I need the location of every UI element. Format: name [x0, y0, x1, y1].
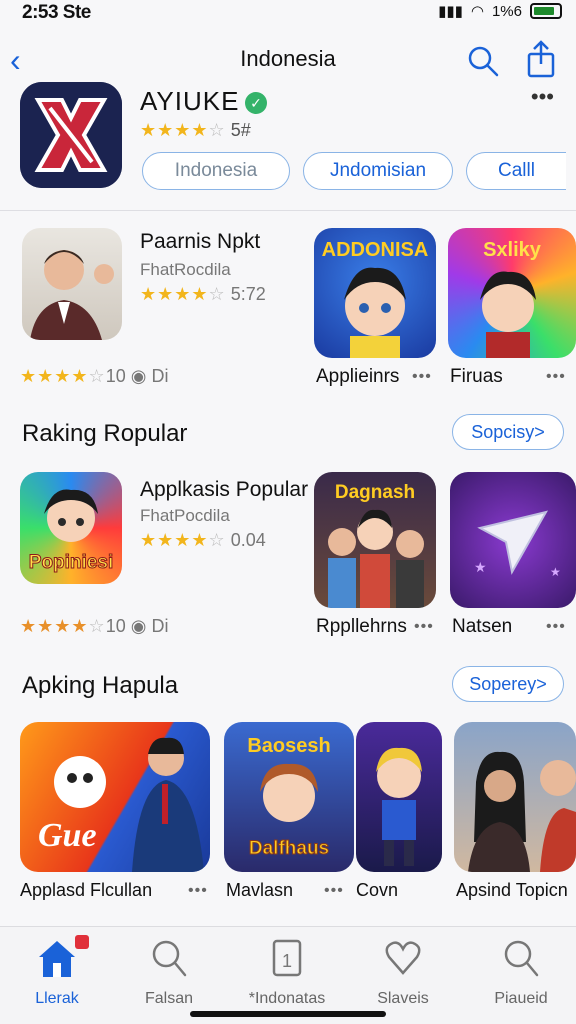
- svg-text:Dagnash: Dagnash: [335, 482, 415, 503]
- featured-app-icon[interactable]: Popiniesi: [20, 472, 122, 584]
- app-icon-apsind-topicn[interactable]: [454, 722, 576, 872]
- home-indicator: [190, 1011, 386, 1017]
- star-rating-icon: ★★★★☆: [140, 530, 226, 550]
- age-icon: ◉: [130, 366, 147, 386]
- app-name-mavlasn: Mavlasn: [226, 880, 294, 900]
- age-icon: ◉: [130, 616, 147, 636]
- more-icon[interactable]: •••: [324, 882, 344, 900]
- featured-app-name: Applkasis Popular: [140, 478, 309, 501]
- icon-text: Gue: [38, 817, 97, 854]
- divider: [0, 210, 576, 211]
- app-name-natsen: Natsen: [452, 616, 513, 637]
- notification-badge: [75, 935, 89, 949]
- battery-icon: [530, 3, 562, 19]
- star-rating-icon: ★★★★☆: [20, 366, 106, 386]
- svg-text:★: ★: [550, 565, 561, 579]
- search-icon[interactable]: [466, 44, 500, 83]
- app-name-applasd-flcullan: Applasd Flcullan: [20, 880, 153, 900]
- app-name-firuas: Firuas: [450, 366, 503, 387]
- see-all-button[interactable]: Soperey>: [452, 666, 564, 702]
- signal-icon: ▮▮▮: [438, 3, 463, 20]
- tab-falsan[interactable]: Falsan: [114, 937, 224, 1008]
- wifi-icon: ◠: [470, 3, 484, 20]
- house-icon: [35, 935, 89, 984]
- app-icon-applieinrs[interactable]: ADDONISA: [314, 228, 436, 358]
- more-icon[interactable]: •••: [546, 618, 566, 636]
- share-icon[interactable]: [526, 40, 556, 83]
- tab-slaveis[interactable]: Slaveis: [348, 937, 458, 1008]
- section-title-raking: Raking Ropular: [22, 420, 188, 447]
- more-icon[interactable]: •••: [546, 368, 566, 386]
- star-rating-icon: ★★★★☆: [140, 284, 226, 304]
- tab-indonatas[interactable]: 1 *Indonatas: [232, 937, 342, 1008]
- featured-app-name: Paarnis Npkt: [140, 230, 261, 253]
- section-title-apking: Apking Hapula: [22, 672, 179, 699]
- badge-one-icon: 1: [270, 939, 304, 983]
- svg-text:Baosesh: Baosesh: [247, 735, 330, 757]
- status-time: 2:53 Ste: [22, 2, 91, 23]
- app-icon-mavlasn[interactable]: Baosesh Dalfhaus: [224, 722, 354, 872]
- tab-label: Slaveis: [377, 990, 429, 1007]
- featured-app-developer: FhatPocdila: [140, 506, 230, 525]
- star-rating-icon: ★★★★☆: [140, 120, 226, 140]
- featured-app-rating: ★★★★☆ 0.04: [140, 530, 266, 550]
- status-bar: 2:53 Ste ▮▮▮ ◠ 1%6: [0, 0, 576, 28]
- nav-bar: ‹ Indonesia: [0, 38, 576, 82]
- icon-text: Dalfhaus: [249, 838, 329, 859]
- tab-label: Falsan: [144, 990, 194, 1007]
- see-all-button[interactable]: Sopcisy>: [452, 414, 564, 450]
- pill-indonesia[interactable]: Indonesia: [142, 152, 290, 190]
- verified-icon: ✓: [245, 92, 268, 115]
- featured-app-developer: FhatRocdila: [140, 260, 231, 279]
- status-icons: ▮▮▮ ◠ 1%6: [438, 2, 562, 20]
- more-icon[interactable]: •••: [412, 368, 432, 386]
- featured-app-icon[interactable]: [22, 228, 122, 340]
- pill-jndomisian[interactable]: Jndomisian: [303, 152, 453, 190]
- row2-left-rating: ★★★★☆10 ◉ Di: [20, 616, 169, 636]
- tab-label: Llerak: [35, 990, 79, 1007]
- app-icon-covn[interactable]: [356, 722, 442, 872]
- svg-text:1: 1: [282, 951, 292, 971]
- app-name-rppllehrns: Rppllehrns: [316, 616, 407, 637]
- icon-text: Popiniesi: [29, 552, 113, 573]
- app-icon-rppllehrns[interactable]: Dagnash: [314, 472, 436, 608]
- tab-piaueid[interactable]: Piaueid: [466, 937, 576, 1008]
- app-name-apsind-topicn: Apsind Topicn: [456, 880, 568, 900]
- heart-icon: [383, 941, 423, 983]
- search-icon: [501, 940, 541, 983]
- more-icon[interactable]: •••: [531, 84, 554, 110]
- featured-app-rating: ★★★★☆ 5:72: [140, 284, 266, 304]
- hero-rating: ★★★★☆ 5#: [140, 120, 251, 140]
- app-name-applieinrs: Applieinrs: [316, 366, 400, 387]
- tab-llerak[interactable]: Llerak: [2, 935, 112, 1008]
- svg-text:★: ★: [474, 559, 487, 575]
- app-name-covn: Covn: [356, 880, 399, 900]
- tab-label: *Indonatas: [248, 990, 326, 1007]
- star-rating-icon: ★★★★☆: [20, 616, 106, 636]
- more-icon[interactable]: •••: [414, 618, 434, 636]
- app-icon-applasd-flcullan[interactable]: Gue: [20, 722, 210, 872]
- app-icon-natsen[interactable]: ★ ★: [450, 472, 576, 608]
- pill-calll[interactable]: Calll: [466, 152, 566, 190]
- tab-bar: Llerak Falsan 1 *Indonatas Slaveis Piaue…: [0, 926, 576, 1024]
- hero-app-icon[interactable]: [20, 82, 122, 188]
- row1-left-rating: ★★★★☆10 ◉ Di: [20, 366, 169, 386]
- svg-text:Sxliky: Sxliky: [483, 239, 542, 261]
- app-icon-firuas[interactable]: Sxliky: [448, 228, 576, 358]
- more-icon[interactable]: •••: [188, 882, 208, 900]
- tab-label: Piaueid: [494, 990, 548, 1007]
- search-icon: [149, 940, 189, 983]
- svg-text:ADDONISA: ADDONISA: [322, 239, 429, 261]
- battery-text: 1%6: [491, 2, 522, 20]
- hero-app-name: AYIUKE ✓: [140, 86, 268, 117]
